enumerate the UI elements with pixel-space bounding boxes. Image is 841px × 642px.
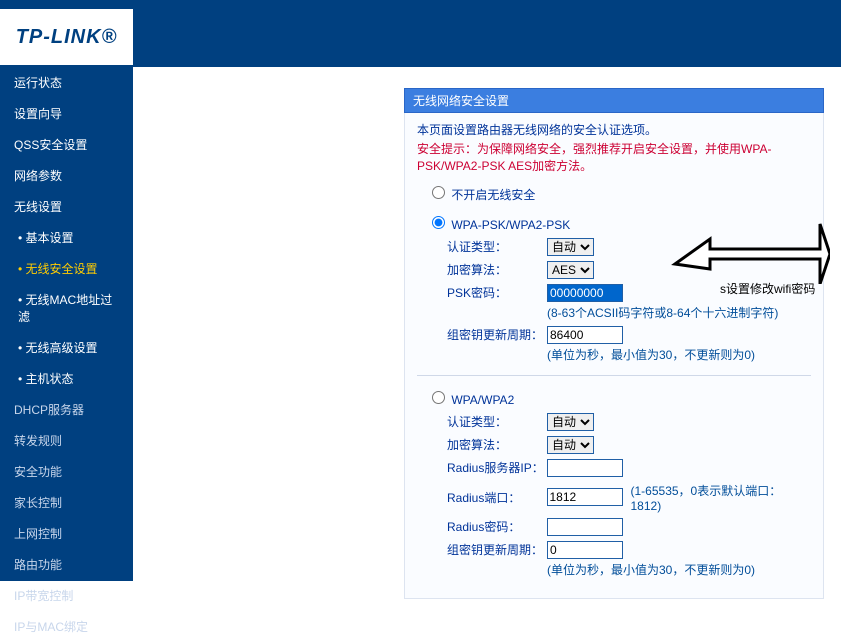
intro-text: 本页面设置路由器无线网络的安全认证选项。 (417, 121, 811, 138)
sidebar-item-16[interactable]: IP带宽控制 (0, 580, 133, 611)
callout-text: s设置修改wifi密码 (720, 280, 815, 297)
encryption-label: 加密算法： (447, 261, 547, 278)
sidebar-item-2[interactable]: QSS安全设置 (0, 129, 133, 160)
radius-port-input[interactable] (547, 488, 623, 506)
sidebar-item-14[interactable]: 上网控制 (0, 518, 133, 549)
auth-type-select[interactable]: 自动 (547, 238, 594, 256)
brand-logo: TP-LINK® (0, 9, 133, 65)
sidebar: 运行状态设置向导QSS安全设置网络参数无线设置基本设置无线安全设置无线MAC地址… (0, 67, 133, 581)
sidebar-item-11[interactable]: 转发规则 (0, 425, 133, 456)
group-key-label: 组密钥更新周期： (447, 326, 547, 343)
encryption-select[interactable]: AES (547, 261, 594, 279)
sidebar-item-9[interactable]: 主机状态 (0, 363, 133, 394)
sidebar-item-0[interactable]: 运行状态 (0, 67, 133, 98)
radius-pw-input[interactable] (547, 518, 623, 536)
sidebar-item-10[interactable]: DHCP服务器 (0, 394, 133, 425)
psk-password-input[interactable] (547, 284, 623, 302)
panel-title: 无线网络安全设置 (404, 88, 824, 113)
security-warning: 安全提示：为保障网络安全，强烈推荐开启安全设置，并使用WPA-PSK/WPA2-… (417, 141, 811, 175)
sidebar-item-4[interactable]: 无线设置 (0, 191, 133, 222)
radio-disable-security[interactable]: 不开启无线安全 (427, 188, 535, 202)
sidebar-item-5[interactable]: 基本设置 (0, 222, 133, 253)
radio-wpa[interactable]: WPA/WPA2 (427, 393, 514, 407)
group-key-input[interactable] (547, 326, 623, 344)
auth-type-select-2[interactable]: 自动 (547, 413, 594, 431)
sidebar-item-13[interactable]: 家长控制 (0, 487, 133, 518)
sidebar-item-15[interactable]: 路由功能 (0, 549, 133, 580)
sidebar-item-7[interactable]: 无线MAC地址过滤 (0, 284, 133, 332)
psk-password-label: PSK密码： (447, 284, 547, 301)
sidebar-item-12[interactable]: 安全功能 (0, 456, 133, 487)
radio-wpa-psk[interactable]: WPA-PSK/WPA2-PSK (427, 218, 570, 232)
sidebar-item-1[interactable]: 设置向导 (0, 98, 133, 129)
settings-panel: 无线网络安全设置 本页面设置路由器无线网络的安全认证选项。 安全提示：为保障网络… (404, 88, 824, 599)
encryption-select-2[interactable]: 自动 (547, 436, 594, 454)
sidebar-item-8[interactable]: 无线高级设置 (0, 332, 133, 363)
psk-hint: (8-63个ACSII码字符或8-64个十六进制字符) (547, 304, 811, 321)
sidebar-item-17[interactable]: IP与MAC绑定 (0, 611, 133, 642)
auth-type-label: 认证类型： (447, 238, 547, 255)
group-key-hint-2: (单位为秒，最小值为30，不更新则为0) (547, 561, 811, 578)
group-key-hint: (单位为秒，最小值为30，不更新则为0) (547, 346, 811, 363)
encryption-label-2: 加密算法： (447, 436, 547, 453)
sidebar-item-3[interactable]: 网络参数 (0, 160, 133, 191)
radius-port-label: Radius端口： (447, 489, 547, 506)
sidebar-item-6[interactable]: 无线安全设置 (0, 253, 133, 284)
radius-ip-label: Radius服务器IP： (447, 459, 547, 476)
radius-ip-input[interactable] (547, 459, 623, 477)
radius-pw-label: Radius密码： (447, 518, 547, 535)
auth-type-label-2: 认证类型： (447, 413, 547, 430)
radius-port-hint: (1-65535，0表示默认端口：1812) (631, 482, 812, 513)
group-key-input-2[interactable] (547, 541, 623, 559)
group-key-label-2: 组密钥更新周期： (447, 541, 547, 558)
